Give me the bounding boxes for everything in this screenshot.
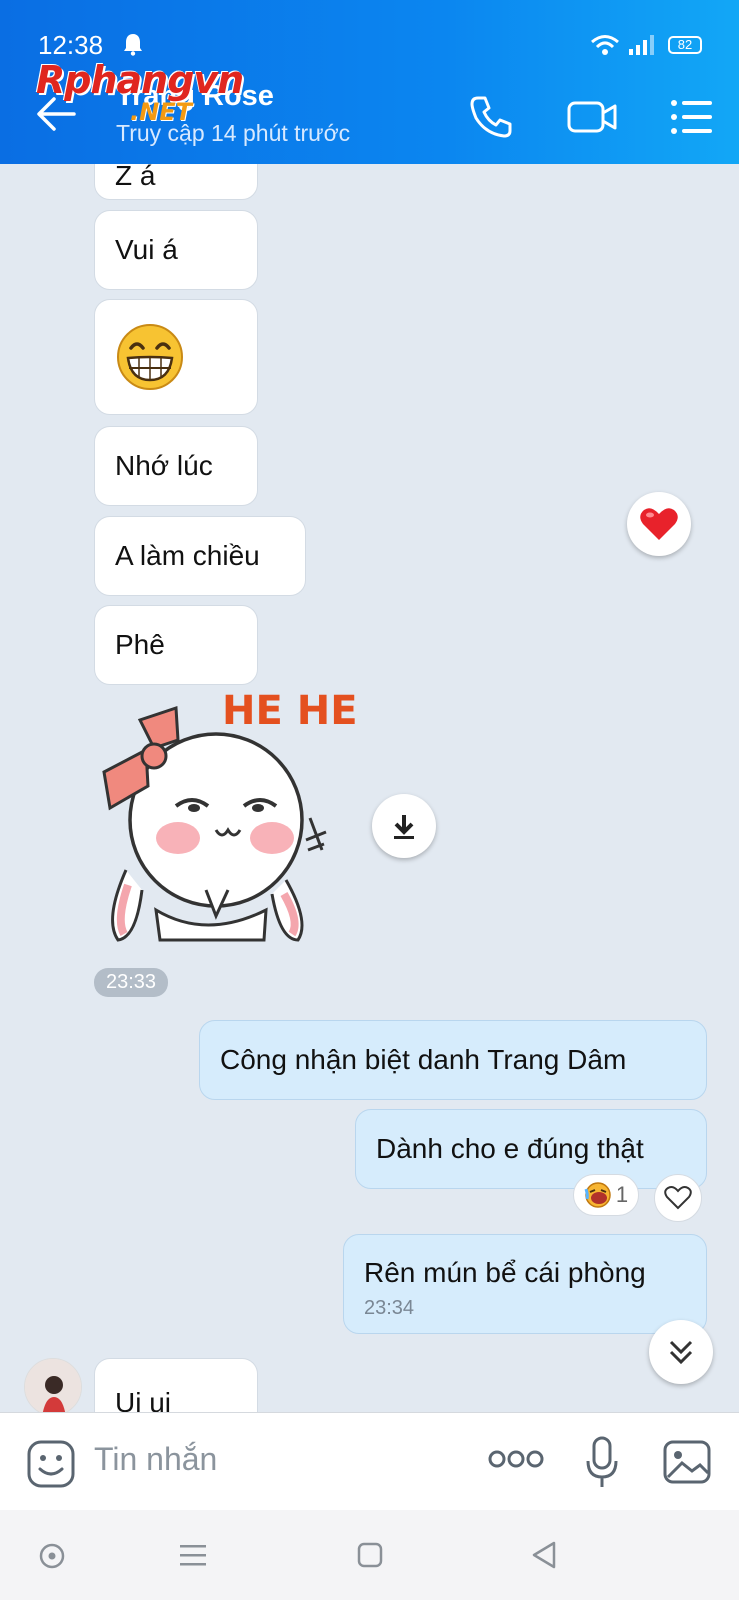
incoming-message[interactable]: Z á (94, 164, 258, 200)
grinning-face-emoji-icon (117, 324, 183, 390)
laughing-emoji-icon (584, 1182, 611, 1208)
incoming-message[interactable]: Nhớ lúc (94, 426, 258, 506)
home-icon[interactable] (356, 1541, 384, 1569)
download-sticker-button[interactable] (372, 794, 436, 858)
message-input-bar: Tin nhắn (0, 1412, 739, 1510)
avatar-image (25, 1359, 81, 1412)
notification-bell-icon (124, 34, 142, 56)
scroll-to-bottom-button[interactable] (649, 1320, 713, 1384)
menu-list-icon[interactable] (668, 94, 714, 140)
double-chevron-down-icon (669, 1340, 693, 1365)
phone-icon[interactable] (468, 94, 514, 140)
watermark-suffix: .NET (130, 98, 192, 126)
reaction-count: 1 (615, 1182, 629, 1207)
video-call-icon[interactable] (566, 94, 618, 140)
download-icon (394, 815, 414, 839)
wifi-icon (591, 35, 619, 55)
message-text: Vui á (115, 234, 178, 265)
outgoing-message[interactable]: Dành cho e đúng thật (355, 1109, 707, 1189)
message-text: A làm chiều (115, 540, 260, 571)
like-reaction-button[interactable] (654, 1174, 702, 1222)
more-options-icon[interactable] (488, 1449, 544, 1469)
battery-indicator: 82 (668, 36, 702, 54)
heart-outline-icon (664, 1186, 692, 1210)
message-timestamp: 23:33 (94, 968, 169, 997)
recent-apps-icon[interactable] (178, 1542, 208, 1568)
outgoing-message[interactable]: Công nhận biệt danh Trang Dâm (199, 1020, 707, 1100)
chat-area[interactable]: Z á Vui á Nhớ lúc A làm chiều Phê HE HE … (0, 164, 739, 1412)
back-nav-icon[interactable] (530, 1540, 558, 1570)
reaction-badge[interactable]: 1 (573, 1174, 639, 1216)
message-text: Dành cho e đúng thật (376, 1133, 644, 1164)
status-time: 12:38 (38, 30, 104, 60)
sticker-text: HE HE (222, 690, 356, 734)
incoming-message[interactable]: Vui á (94, 210, 258, 290)
incoming-message[interactable]: Ui ui (94, 1358, 258, 1412)
image-gallery-icon[interactable] (662, 1439, 712, 1485)
message-text: Rên mún bể cái phòng (364, 1257, 646, 1288)
bunny-sticker[interactable]: HE HE (96, 688, 358, 952)
emoji-sticker-icon[interactable] (26, 1439, 76, 1489)
message-input[interactable]: Tin nhắn (94, 1441, 217, 1478)
avatar[interactable] (24, 1358, 82, 1412)
message-timestamp: 23:34 (364, 1297, 415, 1319)
microphone-icon[interactable] (584, 1435, 620, 1491)
outgoing-message[interactable]: Rên mún bể cái phòng 23:34 (343, 1234, 707, 1334)
signal-icon (629, 35, 654, 55)
system-navigation-bar (0, 1510, 739, 1600)
red-heart-icon (640, 508, 678, 540)
heart-reaction-button[interactable] (627, 492, 691, 556)
assistant-nav-icon[interactable] (38, 1542, 66, 1570)
message-text: Công nhận biệt danh Trang Dâm (220, 1044, 627, 1075)
watermark-logo: Rphangvn (36, 58, 244, 102)
message-text: Phê (115, 629, 165, 660)
top-app-bar: 12:38 82 Trang Rose Truy cập 14 phút trư… (0, 0, 739, 164)
sticker-image: HE HE (102, 688, 358, 942)
message-text: Nhớ lúc (115, 450, 213, 481)
incoming-message[interactable]: A làm chiều (94, 516, 306, 596)
status-bar: 12:38 82 (0, 0, 739, 64)
incoming-emoji-message[interactable] (94, 299, 258, 415)
message-text: Ui ui (115, 1387, 172, 1412)
message-text: Z á (115, 164, 156, 191)
incoming-message[interactable]: Phê (94, 605, 258, 685)
